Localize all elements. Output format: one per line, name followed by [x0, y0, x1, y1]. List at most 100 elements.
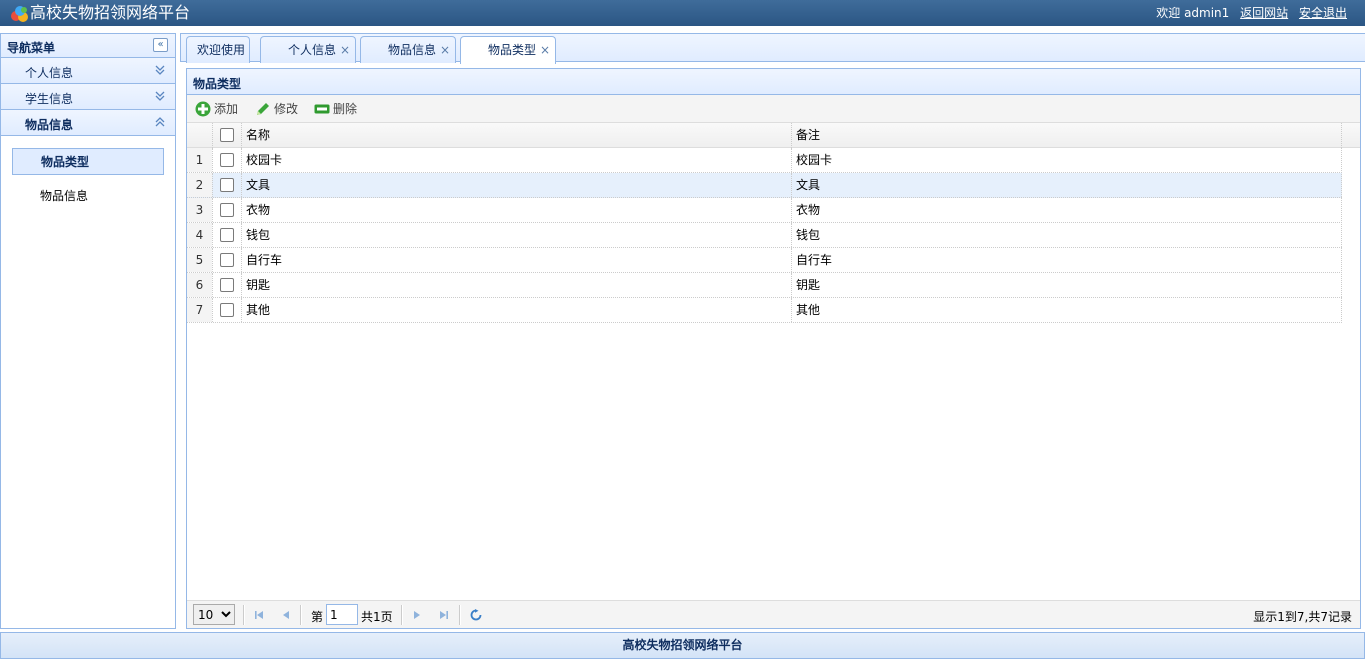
pager-separator [459, 605, 461, 625]
logout-link[interactable]: 安全退出 [1299, 6, 1347, 20]
main-area: 欢迎使用 个人信息 × 物品信息 × 物品类型 × 物品类型 添加 修改 删除 … [180, 33, 1365, 629]
back-to-site-link[interactable]: 返回网站 [1240, 6, 1288, 20]
tab-close-icon[interactable]: × [540, 37, 550, 63]
previous-page-icon[interactable] [280, 609, 292, 621]
cell-name: 钥匙 [241, 273, 791, 297]
header-user-area: 欢迎 admin1 返回网站 安全退出 [1156, 5, 1347, 21]
row-number: 6 [187, 273, 212, 297]
cell-name: 校园卡 [241, 148, 791, 172]
cell-remark: 衣物 [791, 198, 1341, 222]
column-divider [1341, 123, 1342, 148]
grid-header-row: 名称 备注 [187, 123, 1360, 148]
last-page-icon[interactable] [438, 609, 450, 621]
grid-body: 1 校园卡 校园卡 2 文具 文具 3 衣物 衣物 4 钱包 钱包 5 自行车 … [187, 148, 1342, 323]
item-type-panel: 物品类型 添加 修改 删除 名称 备注 1 校园卡 校园卡 2 文具 文具 3 … [186, 68, 1361, 629]
double-chevron-left-icon[interactable]: « [153, 38, 168, 52]
cell-remark: 自行车 [791, 248, 1341, 272]
table-row[interactable]: 4 钱包 钱包 [187, 223, 1342, 248]
grid-right-border [1341, 148, 1342, 323]
cell-name: 钱包 [241, 223, 791, 247]
tab-item-info[interactable]: 物品信息 × [360, 36, 456, 63]
table-row[interactable]: 1 校园卡 校园卡 [187, 148, 1342, 173]
page-size-select[interactable]: 10 [193, 604, 235, 625]
cell-name: 衣物 [241, 198, 791, 222]
cell-remark: 钥匙 [791, 273, 1341, 297]
panel-title: 物品类型 [193, 77, 242, 91]
table-row[interactable]: 7 其他 其他 [187, 298, 1342, 323]
select-all-checkbox[interactable] [220, 128, 234, 142]
row-check-cell [212, 298, 241, 322]
row-checkbox[interactable] [220, 203, 234, 217]
menu-section-label: 物品信息 [25, 118, 74, 132]
remove-icon [314, 104, 330, 114]
edit-button-label: 修改 [274, 102, 299, 116]
tab-item-type[interactable]: 物品类型 × [460, 36, 556, 64]
menu-section-label: 学生信息 [25, 92, 74, 106]
row-number: 2 [187, 173, 212, 197]
row-check-cell [212, 223, 241, 247]
table-row[interactable]: 2 文具 文具 [187, 173, 1342, 198]
row-checkbox[interactable] [220, 303, 234, 317]
double-chevron-down-icon [155, 91, 165, 101]
first-page-icon[interactable] [253, 609, 265, 621]
submenu-item-item-info[interactable]: 物品信息 [12, 183, 164, 210]
submenu-item-item-type[interactable]: 物品类型 [12, 148, 164, 175]
cell-name: 其他 [241, 298, 791, 322]
panel-header: 物品类型 [187, 69, 1360, 95]
menu-section-personal-info[interactable]: 个人信息 [1, 58, 175, 84]
pager-separator [243, 605, 245, 625]
tab-label: 个人信息 [287, 43, 336, 57]
cell-name: 文具 [241, 173, 791, 197]
column-header-name[interactable]: 名称 [241, 123, 791, 148]
tab-label: 物品信息 [387, 43, 436, 57]
row-check-cell [212, 198, 241, 222]
tab-close-icon[interactable]: × [340, 37, 350, 63]
row-check-cell [212, 173, 241, 197]
page-prefix: 第 [311, 610, 324, 624]
row-checkbox[interactable] [220, 178, 234, 192]
cell-name: 自行车 [241, 248, 791, 272]
table-row[interactable]: 3 衣物 衣物 [187, 198, 1342, 223]
row-checkbox[interactable] [220, 153, 234, 167]
table-row[interactable]: 5 自行车 自行车 [187, 248, 1342, 273]
tab-label: 欢迎使用 [197, 43, 246, 57]
edit-button[interactable]: 修改 [255, 101, 303, 117]
tab-close-icon[interactable]: × [440, 37, 450, 63]
rownum-header [187, 123, 212, 148]
tab-welcome[interactable]: 欢迎使用 [186, 36, 250, 63]
app-title: 高校失物招领网络平台 [30, 3, 191, 22]
delete-button-label: 删除 [333, 102, 358, 116]
navigation-panel: 导航菜单 « 个人信息 学生信息 物品信息 物品类型 物品信息 [0, 33, 176, 629]
select-all-cell [212, 123, 241, 148]
item-type-grid: 名称 备注 1 校园卡 校园卡 2 文具 文具 3 衣物 衣物 4 钱包 钱包 … [187, 123, 1360, 600]
pagination-info: 显示1到7,共7记录 [1253, 610, 1352, 624]
row-checkbox[interactable] [220, 253, 234, 267]
refresh-icon[interactable] [470, 609, 482, 621]
row-checkbox[interactable] [220, 278, 234, 292]
cell-remark: 钱包 [791, 223, 1341, 247]
page-number-input[interactable] [326, 604, 358, 625]
app-logo-icon [11, 6, 28, 22]
menu-section-label: 个人信息 [25, 66, 74, 80]
delete-button[interactable]: 删除 [314, 101, 362, 117]
cell-remark: 文具 [791, 173, 1341, 197]
pager-separator [401, 605, 403, 625]
double-chevron-up-icon [155, 117, 165, 127]
pencil-icon [257, 103, 269, 115]
navigation-header: 导航菜单 « [1, 34, 175, 58]
column-header-remark[interactable]: 备注 [791, 123, 1341, 148]
submenu-list: 物品类型 物品信息 [1, 136, 175, 210]
row-number: 7 [187, 298, 212, 322]
row-number: 3 [187, 198, 212, 222]
menu-section-item-info[interactable]: 物品信息 [1, 110, 175, 136]
add-icon [195, 101, 211, 117]
table-row[interactable]: 6 钥匙 钥匙 [187, 273, 1342, 298]
row-check-cell [212, 273, 241, 297]
row-checkbox[interactable] [220, 228, 234, 242]
row-number: 4 [187, 223, 212, 247]
add-button[interactable]: 添加 [195, 101, 243, 117]
welcome-text: 欢迎 admin1 [1156, 6, 1230, 20]
tab-personal-info[interactable]: 个人信息 × [260, 36, 356, 63]
menu-section-student-info[interactable]: 学生信息 [1, 84, 175, 110]
next-page-icon[interactable] [411, 609, 423, 621]
